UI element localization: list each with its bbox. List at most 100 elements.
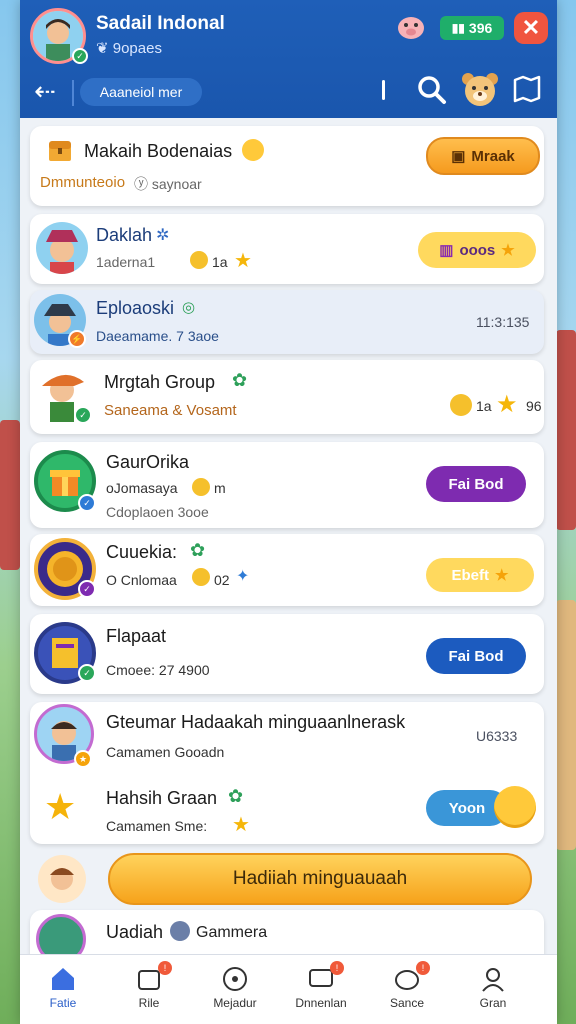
action-label: Ebeft	[451, 566, 490, 584]
nav-item-home[interactable]: Fatie	[20, 955, 106, 1024]
ticket-icon: ▣	[451, 148, 466, 165]
compass-icon	[221, 965, 249, 993]
nav-item-ticket[interactable]: ! Rile	[106, 955, 192, 1024]
item-subtitle: Saneama & Vosamt	[104, 402, 237, 419]
star-icon: ★	[501, 242, 515, 259]
item-title: GaurOrika	[106, 452, 190, 472]
profile-icon	[479, 965, 507, 993]
item-subtitle-3: Cdoplaoen 3ooe	[106, 504, 209, 520]
list-item[interactable]: ⚡ Eploaoski ◎ Daeamame. 7 3aoe 11:3:135	[30, 290, 544, 354]
refresh-icon: ◎	[182, 299, 196, 316]
nav-label: Rile	[138, 996, 160, 1010]
search-icon[interactable]	[416, 74, 448, 106]
star-icon: ★	[495, 567, 509, 584]
action-button[interactable]: Ebeft ★	[426, 558, 534, 592]
item-subtitle: Camamen Gooadn	[106, 744, 225, 760]
user-name: Sadail Indonal	[96, 13, 225, 34]
star-count: 96	[526, 398, 542, 414]
item-title: Makaih Bodenaias	[84, 141, 233, 161]
verified-icon: ✓	[72, 48, 88, 64]
item-title: Gteumar Hadaakah minguaanlnerask	[106, 712, 406, 732]
piggy-icon[interactable]	[394, 12, 428, 42]
notification-dot: !	[416, 961, 430, 975]
item-subtitle: Dmmunteoio	[40, 174, 126, 191]
star-icon: ★	[232, 814, 250, 836]
item-subtitle: O Cnlomaa	[106, 572, 177, 588]
back-button[interactable]: ⇠	[30, 76, 60, 106]
header-bar: ✓ Sadail Indonal ❦ 9opaes ▮▮ 396 ✕ ⇠ Aaa…	[20, 0, 557, 118]
nav-label: Dnnenlan	[295, 996, 347, 1010]
nav-item-compass[interactable]: Mejadur	[192, 955, 278, 1024]
bear-icon[interactable]	[460, 70, 500, 108]
item-title: Flapaat	[106, 626, 167, 646]
coin-icon	[192, 568, 210, 586]
item-title: Uadiah	[106, 922, 164, 942]
star-icon: ★	[44, 786, 77, 827]
item-subtitle: oJomasaya	[106, 480, 178, 496]
item-title: Daklah	[96, 225, 153, 245]
item-title: Mrgtah Group	[104, 372, 216, 392]
home-icon	[49, 965, 77, 993]
timestamp: 11:3:135	[476, 314, 530, 330]
background-house	[556, 330, 576, 530]
verified-icon: ✓	[78, 494, 96, 512]
item-subtitle: Cmoee: 27 4900	[106, 662, 210, 678]
background-house	[0, 420, 20, 570]
coin-count: 396	[468, 20, 493, 36]
list-item[interactable]: ✓ Mrgtah Group ✿ Saneama & Vosamt 1a ★ 9…	[30, 360, 544, 434]
map-icon[interactable]	[512, 74, 542, 104]
list-item[interactable]: Daklah ✲ 1aderna1 1a ★ ▥ ooos ★	[30, 214, 544, 284]
gear-icon: ✿	[232, 370, 248, 390]
coin-count: 1a	[212, 254, 228, 270]
avatar	[36, 222, 88, 274]
list-item[interactable]: Makaih Bodenaias Dmmunteoio ⓨ saynoar ▣ M…	[30, 126, 544, 206]
action-button[interactable]: Fai Bod	[426, 638, 526, 674]
item-title: Eploaoski	[96, 298, 175, 318]
list-item[interactable]: ✓ Flapaat Cmoee: 27 4900 Fai Bod	[30, 614, 544, 694]
status-badge: ★	[74, 750, 92, 768]
coin-icon	[450, 394, 472, 416]
divider	[72, 80, 74, 106]
nav-label: Mejadur	[213, 996, 257, 1010]
sparkle-icon: ✦	[236, 568, 250, 585]
status-badge: ✓	[78, 580, 96, 598]
primary-cta-button[interactable]: Hadiiah minguauaah	[108, 853, 532, 905]
action-button[interactable]: Fai Bod	[426, 466, 526, 502]
close-button[interactable]: ✕	[514, 12, 548, 44]
verified-icon: ✓	[74, 406, 92, 424]
nav-item-chat[interactable]: ! Dnnenlan	[278, 955, 364, 1024]
nav-item-profile[interactable]: Gran	[450, 955, 536, 1024]
reward-button[interactable]: ▥ ooos ★	[418, 232, 536, 268]
nav-label: Gran	[479, 996, 507, 1010]
item-subtitle-2: m	[214, 480, 226, 496]
coin-icon	[190, 251, 208, 269]
item-title: Cuuekia:	[106, 542, 178, 562]
back-arrow-icon: ⇠	[34, 76, 56, 106]
treasure-chest-icon	[46, 136, 74, 164]
action-button[interactable]: ▣ Mraak	[426, 137, 540, 175]
smile-icon	[494, 786, 536, 828]
list-item[interactable]: ✓ Cuuekia: ✿ O Cnlomaa 02 ✦ Ebeft ★	[30, 534, 544, 606]
verified-icon: ✓	[78, 664, 96, 682]
coin-count: 02	[214, 572, 230, 588]
nav-label: Fatie	[49, 996, 77, 1010]
app-window: ✓ Sadail Indonal ❦ 9opaes ▮▮ 396 ✕ ⇠ Aaa…	[20, 0, 557, 1024]
close-icon: ✕	[521, 15, 541, 40]
list-item[interactable]: Uadiah Gammera	[30, 910, 544, 964]
coin-icon	[170, 921, 190, 941]
ticket-icon: ▥	[439, 242, 454, 259]
star-icon: ★	[234, 250, 252, 272]
list-item[interactable]: ✓ GaurOrika oJomasaya m Cdoplaoen 3ooe F…	[30, 442, 544, 528]
coin-icon	[192, 478, 210, 496]
coin-balance[interactable]: ▮▮ 396	[440, 16, 504, 40]
gear-icon: ✿	[228, 786, 244, 806]
list-item[interactable]: ★ Gteumar Hadaakah minguaanlnerask Camam…	[30, 702, 544, 844]
item-subtitle: Camamen Sme:	[106, 818, 208, 834]
reward-label: ooos	[459, 241, 496, 259]
search-chip[interactable]: Aaaneiol mer	[80, 78, 202, 106]
item-title: Hahsih Graan	[106, 788, 218, 808]
user-subtitle: ❦ 9opaes	[96, 40, 162, 57]
avatar	[38, 855, 86, 903]
background-house	[556, 600, 576, 850]
nav-item-piggy[interactable]: ! Sance	[364, 955, 450, 1024]
